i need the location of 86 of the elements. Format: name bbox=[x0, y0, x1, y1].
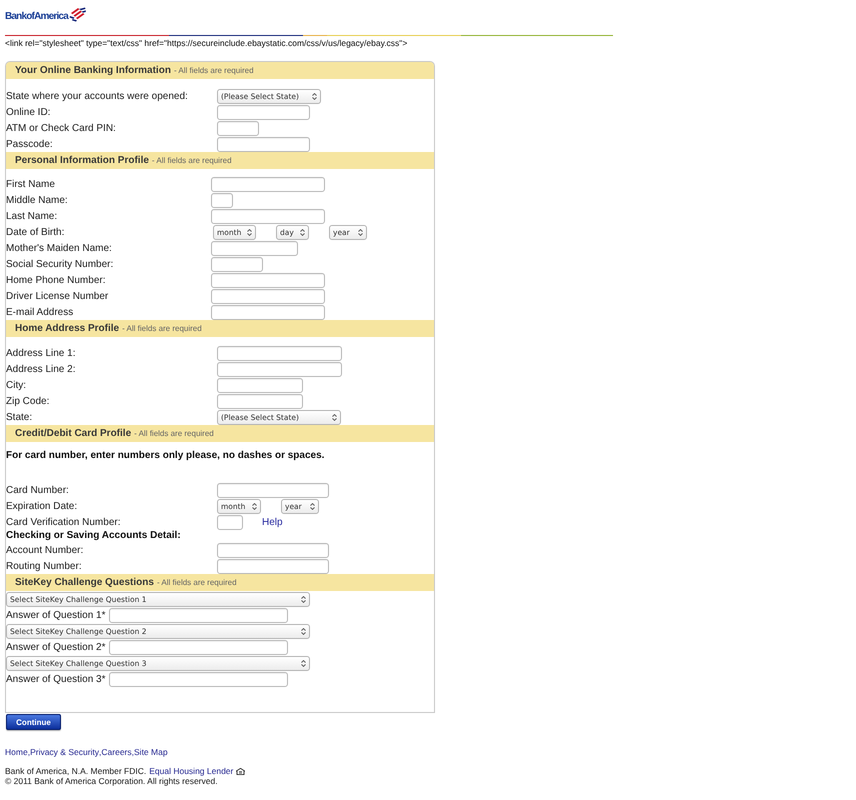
field-label: City: bbox=[6, 380, 27, 390]
housing-lender-link[interactable]: Equal Housing Lender bbox=[149, 766, 234, 776]
text-field[interactable] bbox=[217, 394, 303, 408]
field-label: Answer of Question 3* bbox=[6, 674, 106, 684]
text-field[interactable] bbox=[217, 136, 310, 152]
separator-text: , bbox=[132, 747, 134, 757]
field-label: Account Number: bbox=[6, 544, 84, 556]
text-field[interactable] bbox=[217, 378, 303, 392]
text-field[interactable] bbox=[211, 304, 325, 320]
text-field[interactable] bbox=[108, 640, 288, 654]
text-field[interactable] bbox=[217, 542, 329, 558]
field-label: Address Line 1: bbox=[6, 348, 76, 358]
code-text: <link rel="stylesheet" type="text/css" href="https://secureinclude.ebaystatic.com/css/v/us/legacy/ebay.css"> bbox=[5, 38, 408, 48]
field-label: Expiration Date: bbox=[6, 500, 78, 512]
subsection-heading: Checking or Saving Accounts Detail: bbox=[6, 530, 182, 542]
section-title: Your Online Banking Information bbox=[15, 64, 171, 78]
separator-text: , bbox=[99, 747, 102, 757]
field-label: Driver License Number bbox=[6, 290, 110, 302]
field-label: Passcode: bbox=[6, 138, 54, 150]
text-field[interactable] bbox=[217, 558, 329, 574]
separator-text: , bbox=[28, 747, 30, 757]
help-link[interactable]: Help bbox=[262, 516, 283, 528]
text-field[interactable] bbox=[211, 288, 325, 304]
field-label: Card Number: bbox=[6, 484, 70, 496]
instruction-text: For card number, enter numbers only please, no dashes or spaces. bbox=[6, 449, 326, 463]
house-icon bbox=[236, 768, 246, 774]
chevrons-icon bbox=[247, 228, 252, 236]
field-label: Date of Birth: bbox=[6, 226, 66, 238]
field-label: State: bbox=[6, 412, 34, 422]
required-note: - All fields are required bbox=[152, 155, 232, 167]
footer-link[interactable]: Site Map bbox=[134, 747, 168, 757]
field-label: State where your accounts were opened: bbox=[6, 90, 189, 102]
text-field[interactable] bbox=[217, 346, 342, 360]
field-label: Address Line 2: bbox=[6, 364, 76, 374]
footer-link[interactable]: Home bbox=[5, 747, 28, 757]
text-field[interactable] bbox=[211, 176, 325, 192]
text-field[interactable] bbox=[217, 482, 329, 498]
field-label: Online ID: bbox=[6, 106, 52, 118]
text-field[interactable] bbox=[217, 514, 243, 530]
chevrons-icon bbox=[310, 502, 315, 510]
chevrons-icon bbox=[312, 92, 317, 100]
required-note: - All fields are required bbox=[134, 428, 214, 440]
flag-logo-icon bbox=[68, 7, 86, 22]
chevrons-icon bbox=[301, 660, 306, 666]
section-title: SiteKey Challenge Questions bbox=[15, 576, 154, 590]
text-field[interactable] bbox=[211, 208, 325, 224]
copyright-text: © 2011 Bank of America Corporation. All rights reserved. bbox=[5, 776, 218, 786]
field-label: Middle Name: bbox=[6, 194, 69, 206]
continue-button[interactable]: Continue bbox=[6, 714, 61, 730]
text-field[interactable] bbox=[217, 104, 310, 120]
required-note: - All fields are required bbox=[174, 65, 254, 77]
text-field[interactable] bbox=[211, 272, 325, 288]
section-title: Personal Information Profile bbox=[15, 154, 149, 168]
text-field[interactable] bbox=[211, 240, 298, 256]
text-field[interactable] bbox=[108, 672, 288, 686]
field-label: First Name bbox=[6, 178, 56, 190]
chevrons-icon bbox=[332, 414, 337, 420]
chevrons-icon bbox=[300, 228, 305, 236]
text-field[interactable] bbox=[108, 608, 288, 622]
field-label: Routing Number: bbox=[6, 560, 83, 572]
text-field[interactable] bbox=[211, 192, 233, 208]
field-label: Answer of Question 2* bbox=[6, 642, 106, 652]
field-label: Answer of Question 1* bbox=[6, 610, 106, 620]
chevrons-icon bbox=[252, 502, 257, 510]
text-field[interactable] bbox=[217, 362, 342, 376]
chevrons-icon bbox=[358, 228, 363, 236]
field-label: Zip Code: bbox=[6, 396, 50, 406]
section-title: Home Address Profile bbox=[15, 322, 120, 336]
logo-text: BankofAmerica bbox=[5, 11, 68, 22]
field-label: E-mail Address bbox=[6, 306, 74, 318]
text-field[interactable] bbox=[211, 256, 263, 272]
field-label: Last Name: bbox=[6, 210, 58, 222]
field-label: Card Verification Number: bbox=[6, 516, 122, 528]
field-label: Home Phone Number: bbox=[6, 274, 106, 286]
footer-link[interactable]: Privacy & Security bbox=[30, 747, 100, 757]
field-label: ATM or Check Card PIN: bbox=[6, 122, 117, 134]
section-title: Credit/Debit Card Profile bbox=[15, 427, 132, 441]
required-note: - All fields are required bbox=[156, 577, 237, 589]
chevrons-icon bbox=[301, 628, 306, 634]
text-field[interactable] bbox=[217, 120, 259, 136]
required-note: - All fields are required bbox=[122, 323, 202, 335]
field-label: Social Security Number: bbox=[6, 258, 114, 270]
chevrons-icon bbox=[301, 596, 306, 602]
legal-text: Bank of America, N.A. Member FDIC. bbox=[5, 766, 146, 776]
footer-link[interactable]: Careers bbox=[101, 747, 132, 757]
field-label: Mother's Maiden Name: bbox=[6, 242, 113, 254]
